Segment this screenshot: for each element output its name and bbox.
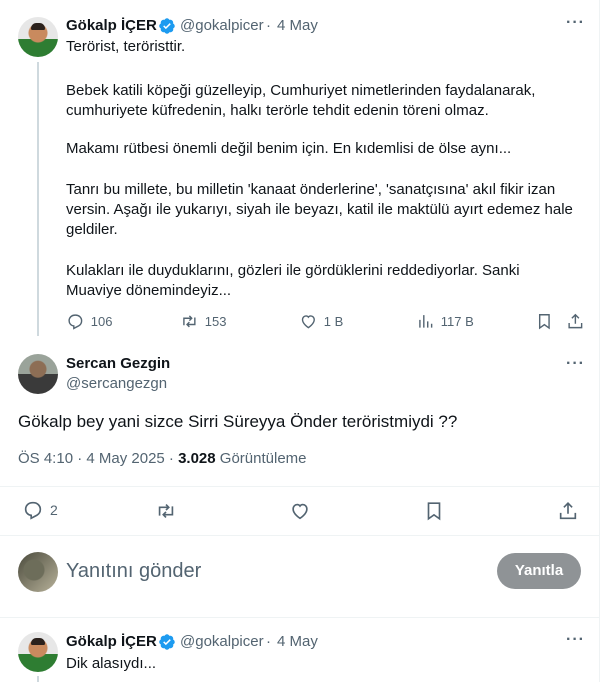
tweet-time: ÖS 4:10 · 4 May 2025 · <box>18 450 179 467</box>
reply-icon <box>24 501 42 520</box>
share-button[interactable] <box>557 500 579 522</box>
share-button[interactable] <box>566 312 585 331</box>
reply-button[interactable]: 106 <box>66 311 112 331</box>
verified-badge-icon <box>159 634 175 650</box>
thread-line <box>37 676 39 682</box>
author-handle[interactable]: @sercangezgn <box>66 374 167 394</box>
tweet-text: Gökalp bey yani sizce Sirri Süreyya Önde… <box>18 412 458 431</box>
timeline-column: Gökalp İÇER @gokalpicer · 4 May ··· Terö… <box>0 0 600 682</box>
reply-count: 2 <box>50 502 58 518</box>
tweet-timestamp[interactable]: ÖS 4:10 · 4 May 2025 · 3.028 Görüntüleme <box>18 449 307 469</box>
tweet-text-line: geldiler. <box>66 221 118 238</box>
bookmark-button[interactable] <box>535 312 554 331</box>
repost-button[interactable] <box>155 500 177 522</box>
reply-count: 106 <box>90 313 113 329</box>
tweet-text-line: Kulakları ile duyduklarını, gözleri ile … <box>66 262 520 279</box>
repost-icon <box>183 315 196 327</box>
tweet-text: Dik alasıydı... <box>66 655 157 672</box>
reply-input[interactable]: Yanıtını gönder <box>66 559 201 583</box>
like-icon <box>301 314 315 329</box>
thread-line <box>37 62 39 336</box>
meta-separator: · <box>266 633 271 650</box>
repost-button[interactable]: 153 <box>180 311 226 331</box>
author-name[interactable]: Gökalp İÇER <box>66 632 157 652</box>
repost-count: 153 <box>204 313 227 329</box>
views-count: 3.028 <box>178 450 216 467</box>
author-name[interactable]: Sercan Gezgin <box>66 354 170 374</box>
tweet-text-line: cumhuriyete küfredenin, halkı terörle te… <box>66 102 489 119</box>
my-avatar[interactable] <box>18 552 58 592</box>
like-icon <box>292 503 308 520</box>
tweet-date[interactable]: 4 May <box>277 632 318 652</box>
more-icon[interactable]: ··· <box>566 630 585 650</box>
views-label: Görüntüleme <box>215 450 307 467</box>
tweet-text-line: Muaviye dönemindeyiz... <box>66 282 232 299</box>
reply-submit-button[interactable]: Yanıtla <box>497 553 581 589</box>
tweet-text-line: Terörist, teröristtir. <box>66 38 186 55</box>
tweet-text-line: Bebek katili köpeği güzelleyip, Cumhuriy… <box>66 82 536 99</box>
divider <box>0 617 600 618</box>
like-count: 1 B <box>323 313 344 329</box>
repost-icon <box>158 503 174 519</box>
tweet-text-line: Makamı rütbesi önemli değil benim için. … <box>66 140 512 157</box>
views-icon <box>419 314 433 328</box>
bookmark-icon <box>538 314 550 330</box>
reply-icon <box>68 314 83 330</box>
tweet-text-line: Tanrı bu millete, bu milletin 'kanaat ön… <box>66 181 556 198</box>
author-name[interactable]: Gökalp İÇER <box>66 16 157 36</box>
tweet-date[interactable]: 4 May <box>277 16 318 36</box>
more-icon[interactable]: ··· <box>566 354 585 374</box>
avatar[interactable] <box>18 632 58 672</box>
avatar[interactable] <box>18 354 58 394</box>
share-icon <box>559 502 577 520</box>
share-icon <box>568 313 583 329</box>
views-button[interactable]: 117 B <box>416 311 474 331</box>
divider <box>0 535 600 536</box>
meta-separator: · <box>266 17 271 34</box>
divider <box>0 486 600 487</box>
like-button[interactable] <box>289 500 311 522</box>
views-count: 117 B <box>440 313 474 329</box>
author-handle[interactable]: @gokalpicer <box>180 632 264 652</box>
more-icon[interactable]: ··· <box>566 13 585 33</box>
author-handle[interactable]: @gokalpicer <box>180 16 264 36</box>
like-button[interactable]: 1 B <box>299 311 343 331</box>
tweet-text-line: versin. Aşağı ile yukarıyı, siyah ile be… <box>66 201 573 218</box>
bookmark-icon <box>427 502 441 521</box>
bookmark-button[interactable] <box>423 500 445 522</box>
verified-badge-icon <box>159 18 175 34</box>
avatar[interactable] <box>18 17 58 57</box>
reply-button[interactable]: 2 <box>22 500 58 520</box>
